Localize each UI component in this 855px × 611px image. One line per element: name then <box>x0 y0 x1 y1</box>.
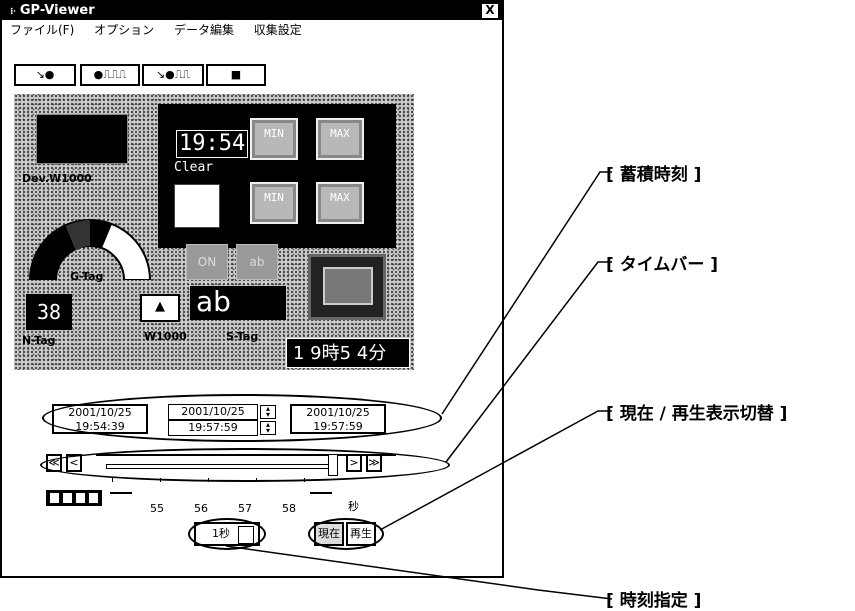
callout-toggle-display: [ 現在 / 再生表示切替 ] <box>606 404 788 424</box>
callout-accum-time: [ 蓄積時刻 ] <box>606 165 702 185</box>
callout-time-spec: [ 時刻指定 ] <box>606 591 702 611</box>
callout-timebar: [ タイムバー ] <box>606 255 719 275</box>
callout-leader-lines <box>225 171 613 600</box>
